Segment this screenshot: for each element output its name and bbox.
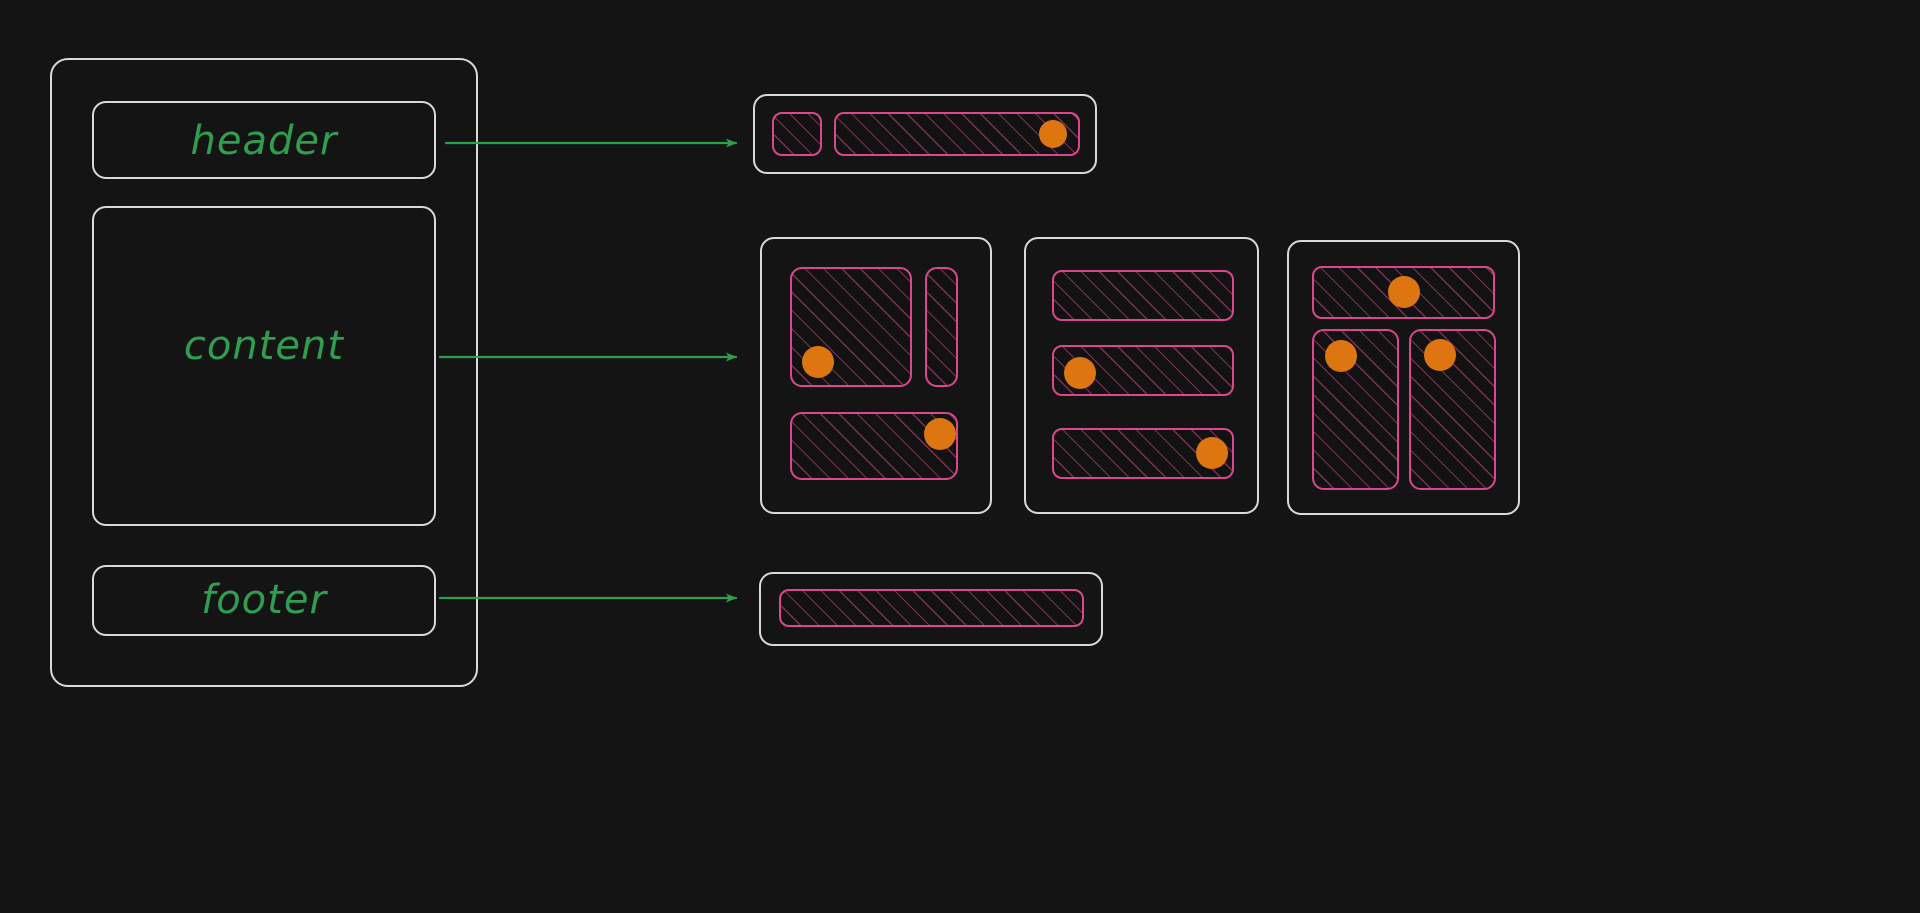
header-nav-block-accent-dot [1039,120,1067,148]
content-c-top-block-accent-dot [1388,276,1420,308]
diagram-canvas: header content footer [0,0,1920,913]
content-a-main-block-accent-dot [802,346,834,378]
content-b-row-2-accent-dot [1064,357,1096,389]
content-a-side-block [925,267,958,387]
schematic-label-header: header [190,118,338,164]
content-a-bottom-block-accent-dot [924,418,956,450]
schematic-label-footer: footer [201,577,327,623]
content-b-row-3-accent-dot [1196,437,1228,469]
schematic-label-content: content [183,323,345,369]
content-b-row-1 [1052,270,1234,321]
content-c-right-column-accent-dot [1424,339,1456,371]
footer-bar-block [779,589,1084,627]
header-logo-block [772,112,822,156]
content-c-left-column-accent-dot [1325,340,1357,372]
